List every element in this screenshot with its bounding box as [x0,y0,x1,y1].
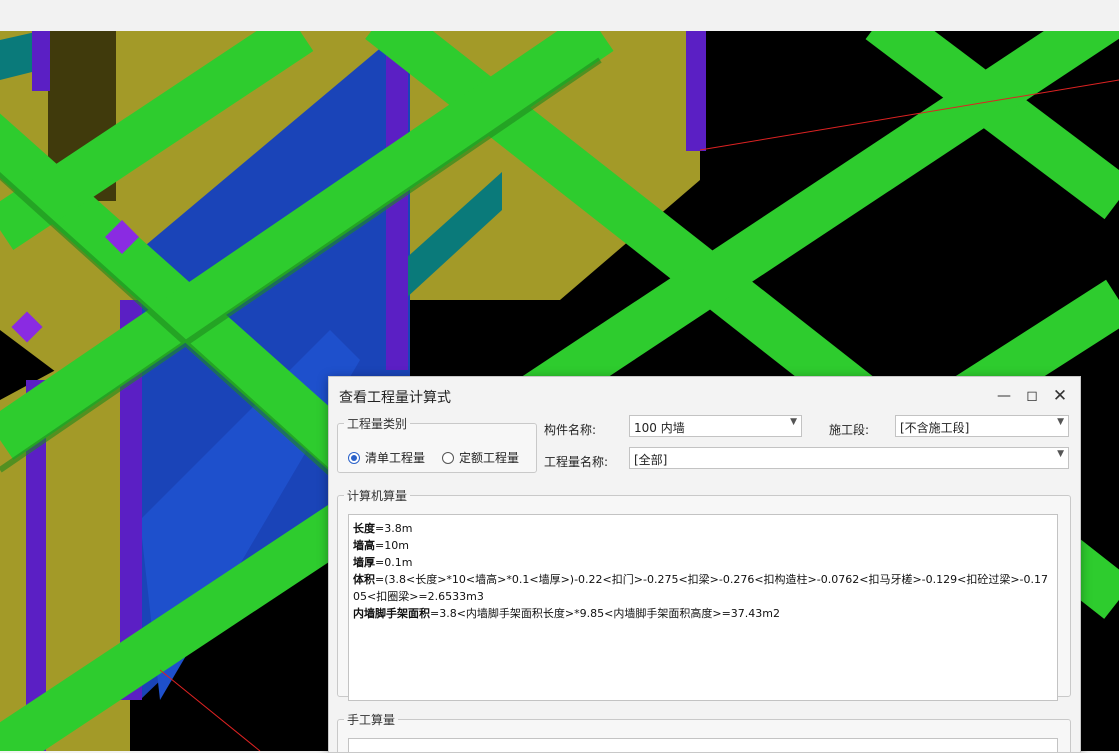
reference-line-2 [159,669,261,751]
chevron-down-icon: ▼ [1057,449,1064,459]
radio-norm-quantity[interactable]: 定额工程量 [442,449,519,466]
component-name-label: 构件名称: [544,423,597,437]
close-icon[interactable]: ✕ [1049,385,1071,407]
construction-stage-label: 施工段: [829,423,870,437]
top-toolbar [0,0,1119,31]
quantity-formula-dialog: 查看工程量计算式 — ◻ ✕ 工程量类别 清单工程量 定额工程量 构件名称: 1… [328,376,1081,753]
computer-calc-textbox[interactable]: 长度=3.8m 墙高=10m 墙厚=0.1m 体积=(3.8<长度>*10<墙高… [348,514,1058,701]
quantity-name-label: 工程量名称: [544,455,609,469]
quantity-name-select[interactable]: [全部] ▼ [629,447,1069,469]
calc-line-length: 长度=3.8m [353,522,413,535]
calc-line-volume: 体积=(3.8<长度>*10<墙高>*0.1<墙厚>)-0.22<扣门>-0.2… [353,573,1049,603]
chevron-down-icon: ▼ [1057,417,1064,427]
radio-bill-quantity[interactable]: 清单工程量 [348,449,425,466]
dialog-title: 查看工程量计算式 [339,390,451,406]
calc-line-wall-height: 墙高=10m [353,539,409,552]
quantity-type-group: 工程量类别 清单工程量 定额工程量 [337,415,537,473]
computer-calc-legend: 计算机算量 [347,489,408,503]
manual-calc-group: 手工算量 [337,711,1071,752]
computer-calc-group: 计算机算量 长度=3.8m 墙高=10m 墙厚=0.1m 体积=(3.8<长度>… [337,487,1071,701]
calc-line-scaffold-area: 内墙脚手架面积=3.8<内墙脚手架面积长度>*9.85<内墙脚手架面积高度>=3… [353,607,780,620]
radio-norm-quantity-label: 定额工程量 [459,451,520,465]
purple-column-5 [32,31,50,91]
calc-line-wall-thickness: 墙厚=0.1m [353,556,413,569]
construction-stage-value: [不含施工段] [900,421,970,435]
quantity-name-value: [全部] [634,453,668,467]
radio-unselected-icon[interactable] [442,451,454,464]
manual-calc-legend: 手工算量 [347,713,396,727]
quantity-type-legend: 工程量类别 [347,417,408,431]
maximize-icon[interactable]: ◻ [1021,385,1043,407]
minimize-icon[interactable]: — [993,385,1015,407]
component-name-select[interactable]: 100 内墙 ▼ [629,415,802,437]
component-name-value: 100 内墙 [634,421,685,435]
chevron-down-icon: ▼ [790,417,797,427]
construction-stage-select[interactable]: [不含施工段] ▼ [895,415,1069,437]
radio-selected-icon[interactable] [348,451,360,464]
purple-column-4 [686,31,706,151]
radio-bill-quantity-label: 清单工程量 [365,451,426,465]
